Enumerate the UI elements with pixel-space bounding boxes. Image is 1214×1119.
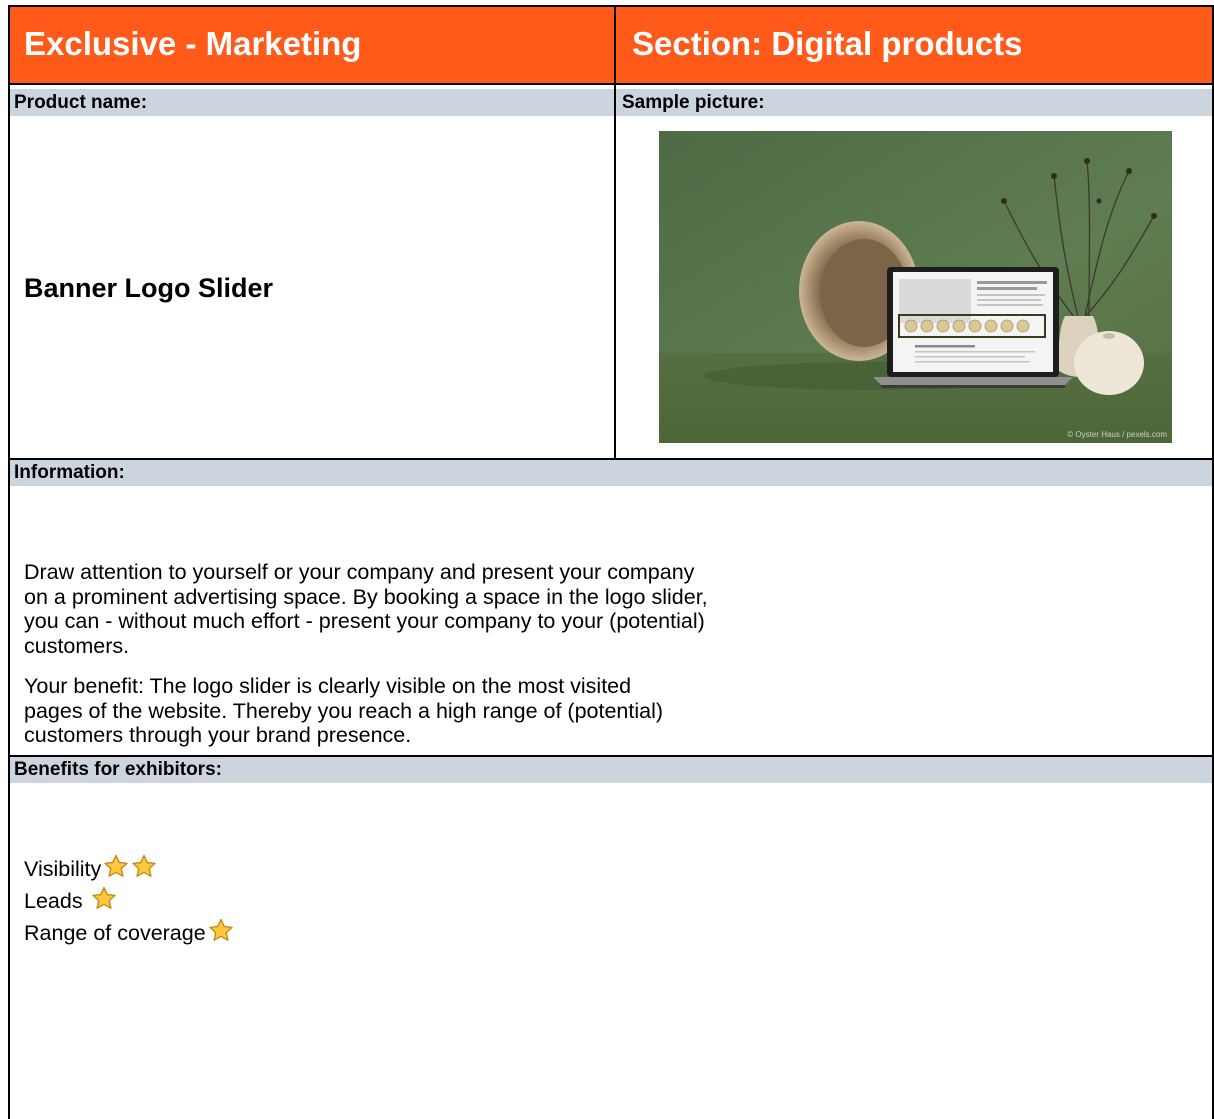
table-border-left [8, 5, 10, 1119]
benefit-leads: Leads [24, 886, 117, 916]
image-credit: © Oyster Haus / pexels.com [1067, 430, 1167, 439]
product-name-label-row: Product name: [8, 89, 614, 116]
marketing-sheet: Exclusive - Marketing Section: Digital p… [8, 5, 1214, 1119]
benefit-label: Leads [24, 888, 83, 913]
star-icon [104, 854, 128, 877]
benefit-label: Visibility [24, 856, 102, 881]
product-name: Banner Logo Slider [24, 273, 274, 303]
benefit-rating [101, 854, 157, 884]
information-paragraph-2: Your benefit: The logo slider is clearly… [24, 674, 664, 747]
benefit-range-of-coverage: Range of coverage [24, 918, 234, 948]
benefits-label-row: Benefits for exhibitors: [8, 756, 1214, 783]
sample-picture-label: Sample picture: [622, 92, 765, 113]
sample-picture: © Oyster Haus / pexels.com [659, 131, 1172, 443]
header-left: Exclusive - Marketing [8, 5, 614, 83]
product-name-label: Product name: [14, 92, 148, 113]
benefit-visibility: Visibility [24, 854, 157, 884]
header-right-title: Section: Digital products [632, 25, 1023, 62]
star-icon [91, 886, 116, 909]
column-divider [614, 5, 616, 460]
benefit-rating [206, 918, 234, 948]
benefit-rating [89, 886, 117, 916]
sample-picture-label-row: Sample picture: [616, 89, 1214, 116]
table-border-top [8, 5, 1214, 7]
information-paragraph-1: Draw attention to yourself or your compa… [24, 560, 708, 658]
row-divider-header [8, 83, 1214, 85]
header-right: Section: Digital products [616, 5, 1214, 83]
star-icon [208, 918, 233, 941]
row-divider-information [8, 755, 1214, 757]
benefit-label: Range of coverage [24, 920, 206, 945]
star-icon [132, 854, 156, 877]
row-divider-product [8, 458, 1214, 460]
benefits-label: Benefits for exhibitors: [14, 759, 222, 780]
information-label: Information: [14, 462, 125, 483]
information-label-row: Information: [8, 459, 1214, 486]
header-left-title: Exclusive - Marketing [24, 25, 362, 62]
